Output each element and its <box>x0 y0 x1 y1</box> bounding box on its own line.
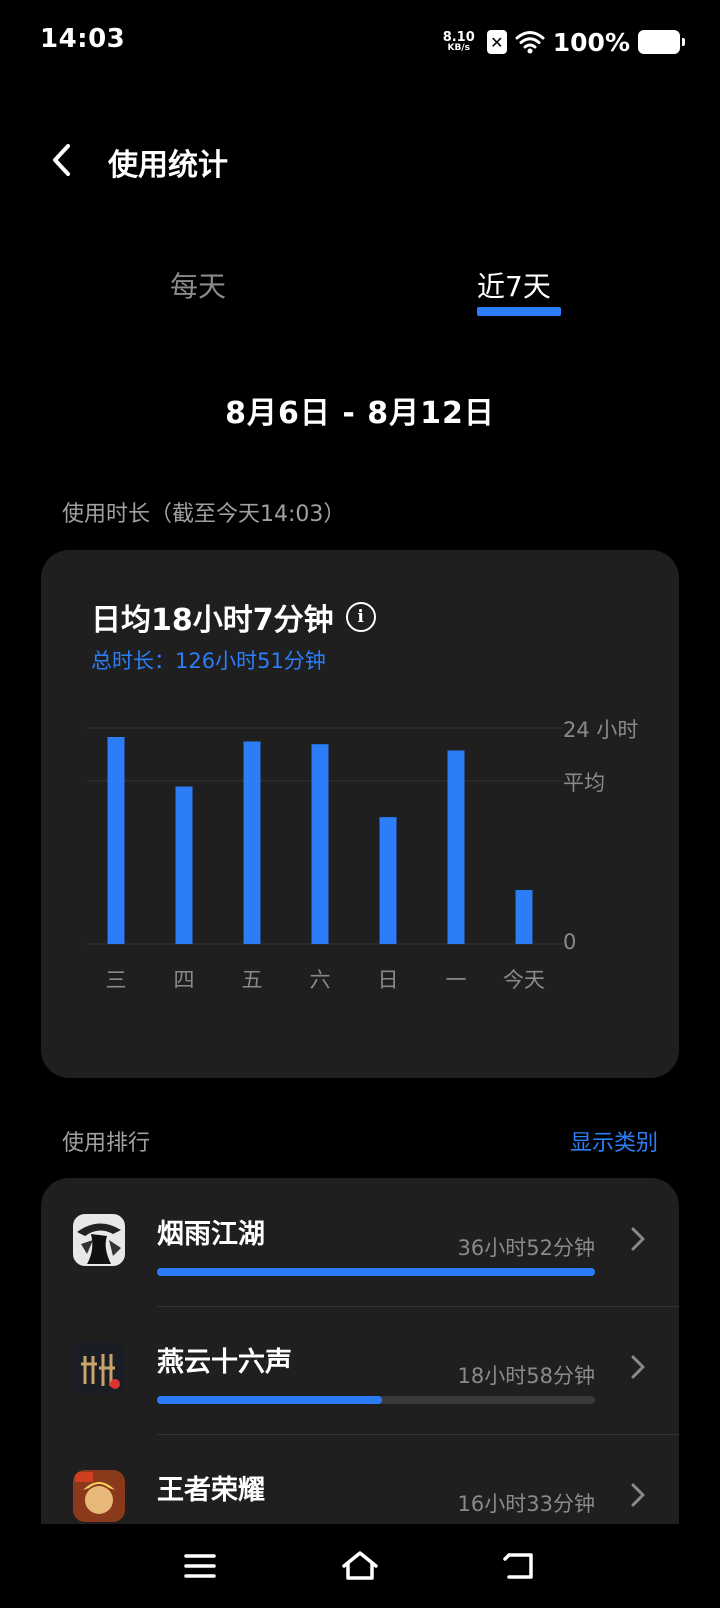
chart-bar[interactable] <box>311 744 329 944</box>
home-button[interactable] <box>338 1544 382 1588</box>
date-range: 8月6日 - 8月12日 <box>225 396 495 431</box>
chevron-right-icon <box>623 1352 653 1382</box>
usage-section-label: 使用时长（截至今天14:03） <box>62 502 346 527</box>
app-usage-bar <box>157 1268 595 1276</box>
chart-bar[interactable] <box>243 741 261 945</box>
period-tabs: 每天 近7天 <box>0 265 720 325</box>
status-bar: 14:03 8.10 KB/s ✕ 100% <box>0 0 720 84</box>
app-icon-yanyu-jianghu <box>73 1214 125 1266</box>
status-icons: 8.10 KB/s ✕ 100% <box>443 24 685 60</box>
chevron-left-icon <box>53 144 70 176</box>
header: 使用统计 <box>0 130 720 190</box>
chart-bar[interactable] <box>107 737 125 944</box>
usage-bar-chart: 24 小时平均 0 三 四 五 六 日 一 今天 <box>41 550 679 1078</box>
show-category-button[interactable]: 显示类别 <box>570 1125 658 1157</box>
chevron-right-icon <box>623 1480 653 1510</box>
app-usage-bar-fill <box>157 1268 595 1276</box>
app-name: 烟雨江湖 <box>157 1219 265 1250</box>
app-usage-time: 16小时33分钟 <box>457 1492 595 1516</box>
chevron-right-icon <box>623 1224 653 1254</box>
x-tick-label: 五 <box>241 968 263 992</box>
tab-last-7-days[interactable]: 近7天 <box>477 265 551 305</box>
app-icon-honor-of-kings <box>73 1470 125 1522</box>
chart-bar[interactable] <box>515 890 533 944</box>
wifi-icon <box>515 31 545 54</box>
y-tick-label: 平均 <box>563 770 605 795</box>
no-sim-icon: ✕ <box>486 30 507 54</box>
y-tick-label: 24 小时 <box>563 718 639 742</box>
chart-bar[interactable] <box>379 817 397 944</box>
tab-active-indicator <box>477 307 561 316</box>
x-tick-label: 一 <box>445 968 467 992</box>
ranking-section-label: 使用排行 <box>62 1131 151 1156</box>
app-name: 燕云十六声 <box>157 1347 292 1378</box>
app-icon-yanyun-shiliusheng <box>73 1342 125 1394</box>
x-tick-label: 三 <box>105 968 127 992</box>
x-tick-label: 日 <box>377 968 399 992</box>
app-usage-time: 18小时58分钟 <box>457 1364 595 1388</box>
return-icon <box>503 1553 533 1579</box>
tab-daily[interactable]: 每天 <box>170 265 226 305</box>
app-usage-bar <box>157 1396 595 1404</box>
status-time: 14:03 <box>40 24 126 54</box>
ranking-card: 烟雨江湖 36小时52分钟 燕云十六声 18小时58分钟 王者荣耀 16小时33… <box>41 1178 679 1538</box>
page-title: 使用统计 <box>108 148 228 183</box>
home-icon <box>342 1551 378 1580</box>
list-item[interactable]: 王者荣耀 16小时33分钟 <box>41 1434 679 1538</box>
y-tick-label: 0 <box>563 930 577 954</box>
battery-icon <box>638 30 685 54</box>
list-item[interactable]: 烟雨江湖 36小时52分钟 <box>41 1178 679 1306</box>
x-tick-label: 今天 <box>503 968 545 992</box>
back-nav-button[interactable] <box>498 1544 542 1588</box>
list-item[interactable]: 燕云十六声 18小时58分钟 <box>41 1306 679 1434</box>
app-usage-time: 36小时52分钟 <box>457 1236 595 1260</box>
x-tick-label: 四 <box>173 968 195 992</box>
back-button[interactable] <box>40 138 84 182</box>
chart-bar[interactable] <box>175 786 193 945</box>
network-speed: 8.10 KB/s <box>443 31 475 53</box>
app-usage-bar-fill <box>157 1396 383 1404</box>
battery-percent: 100% <box>552 27 630 57</box>
network-speed-unit: KB/s <box>447 43 470 53</box>
menu-button[interactable] <box>178 1544 222 1588</box>
navigation-bar <box>0 1524 720 1608</box>
usage-card: 日均18小时7分钟 i 总时长：126小时51分钟 24 小时 平均 0 三四五六日一… <box>41 550 679 1078</box>
chart-svg <box>87 727 563 945</box>
ranking-header: 使用排行 显示类别 <box>0 1125 720 1161</box>
chart-bar[interactable] <box>447 750 465 945</box>
menu-icon <box>184 1554 216 1578</box>
app-name: 王者荣耀 <box>157 1475 265 1506</box>
x-tick-label: 六 <box>309 968 331 992</box>
